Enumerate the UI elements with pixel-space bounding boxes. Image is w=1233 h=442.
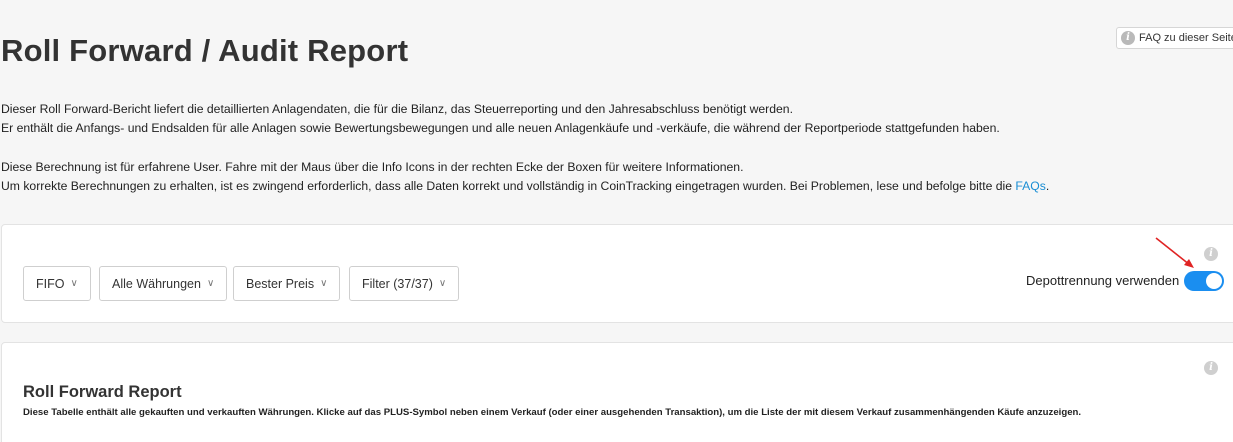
- settings-panel: FIFO ∨ Alle Währungen ∨ Bester Preis ∨ F…: [1, 224, 1233, 323]
- report-panel: i Roll Forward Report Diese Tabelle enth…: [1, 342, 1233, 442]
- currency-dropdown[interactable]: Alle Währungen ∨: [99, 266, 228, 301]
- price-dropdown-label: Bester Preis: [246, 276, 315, 291]
- intro-line-1: Dieser Roll Forward-Bericht liefert die …: [1, 102, 793, 116]
- intro-line-4-text: Um korrekte Berechnungen zu erhalten, is…: [1, 179, 1016, 194]
- report-description: Diese Tabelle enthält alle gekauften und…: [23, 407, 1082, 418]
- price-dropdown[interactable]: Bester Preis ∨: [233, 266, 341, 301]
- faqs-link[interactable]: FAQs: [1015, 179, 1045, 193]
- filter-dropdown[interactable]: Filter (37/37) ∨: [349, 266, 460, 301]
- info-icon: i: [1121, 31, 1135, 45]
- intro-text: Dieser Roll Forward-Bericht liefert die …: [1, 100, 1226, 197]
- page-title: Roll Forward / Audit Report: [1, 33, 409, 68]
- chevron-down-icon: ∨: [70, 278, 78, 289]
- info-icon[interactable]: i: [1204, 247, 1218, 261]
- chevron-down-icon: ∨: [438, 278, 447, 289]
- intro-line-4-end: .: [1045, 179, 1050, 194]
- report-title: Roll Forward Report: [23, 383, 182, 401]
- method-dropdown-label: FIFO: [36, 276, 65, 291]
- filter-dropdown-label: Filter (37/37): [362, 276, 433, 291]
- intro-line-2: Er enthält die Anfangs- und Endsalden fü…: [1, 121, 1000, 136]
- red-arrow: [1155, 237, 1194, 268]
- faq-button[interactable]: i FAQ zu dieser Seite: [1116, 27, 1233, 49]
- intro-line-3: Diese Berechnung ist für erfahrene User.…: [1, 159, 744, 174]
- chevron-down-icon: ∨: [206, 278, 215, 289]
- depot-toggle[interactable]: [1184, 271, 1224, 291]
- info-icon[interactable]: i: [1204, 361, 1218, 375]
- method-dropdown[interactable]: FIFO ∨: [23, 266, 91, 301]
- chevron-down-icon: ∨: [320, 278, 328, 289]
- toggle-knob: [1206, 273, 1222, 289]
- faq-button-label: FAQ zu dieser Seite: [1139, 32, 1233, 44]
- intro-line-4: Um korrekte Berechnungen zu erhalten, is…: [1, 177, 1226, 196]
- currency-dropdown-label: Alle Währungen: [112, 276, 201, 291]
- depot-toggle-label: Depottrennung verwenden: [1026, 273, 1180, 288]
